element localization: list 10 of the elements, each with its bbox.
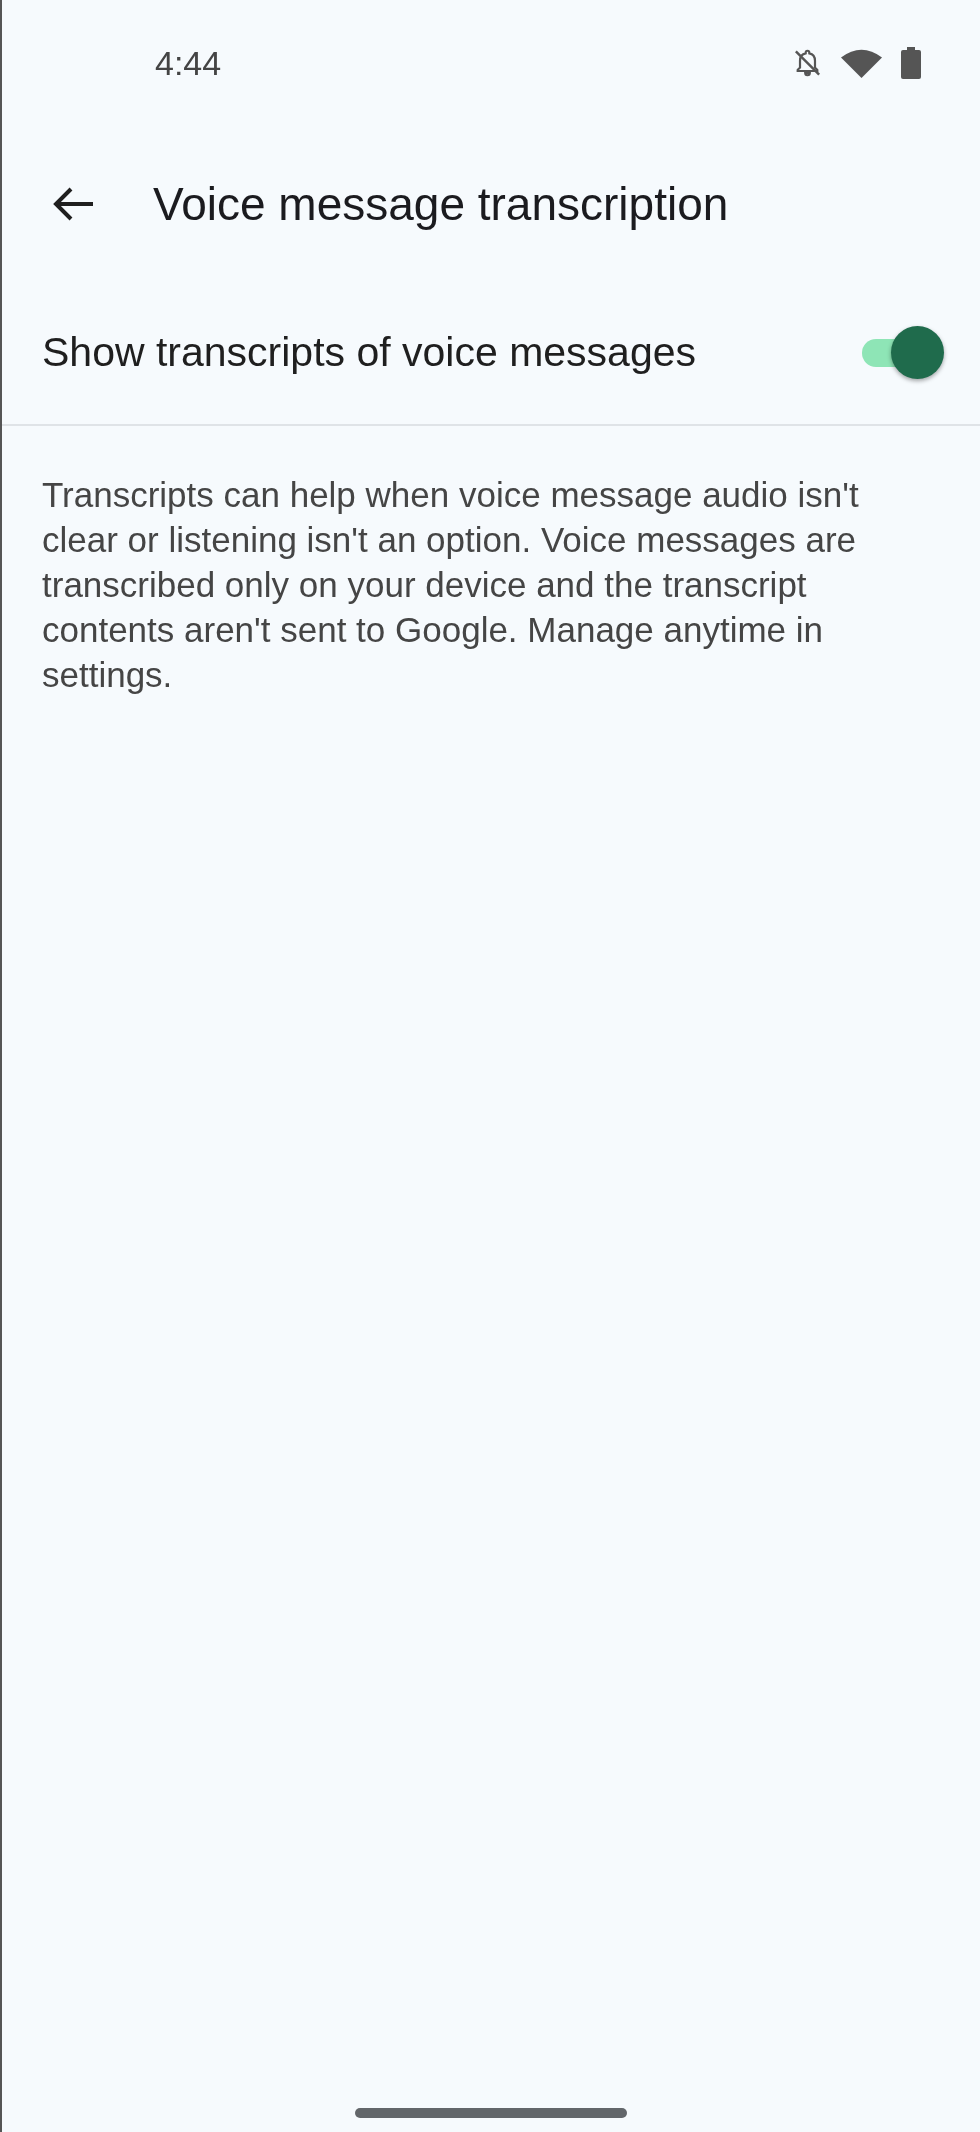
- page-title: Voice message transcription: [153, 176, 729, 232]
- toggle-switch[interactable]: [862, 326, 944, 380]
- battery-icon: [900, 47, 922, 79]
- status-time: 4:44: [155, 42, 222, 84]
- arrow-left-icon: [53, 187, 94, 221]
- setting-label: Show transcripts of voice messages: [42, 328, 696, 378]
- wifi-icon: [841, 48, 882, 78]
- back-button[interactable]: [53, 187, 94, 221]
- bell-off-icon: [792, 47, 823, 79]
- description-text: Transcripts can help when voice message audio isn't clear or listening isn't an option. Voice messages are transcribed only on your device and the transcript contents aren't sent to Google. Manage anytime in settings.: [42, 474, 860, 696]
